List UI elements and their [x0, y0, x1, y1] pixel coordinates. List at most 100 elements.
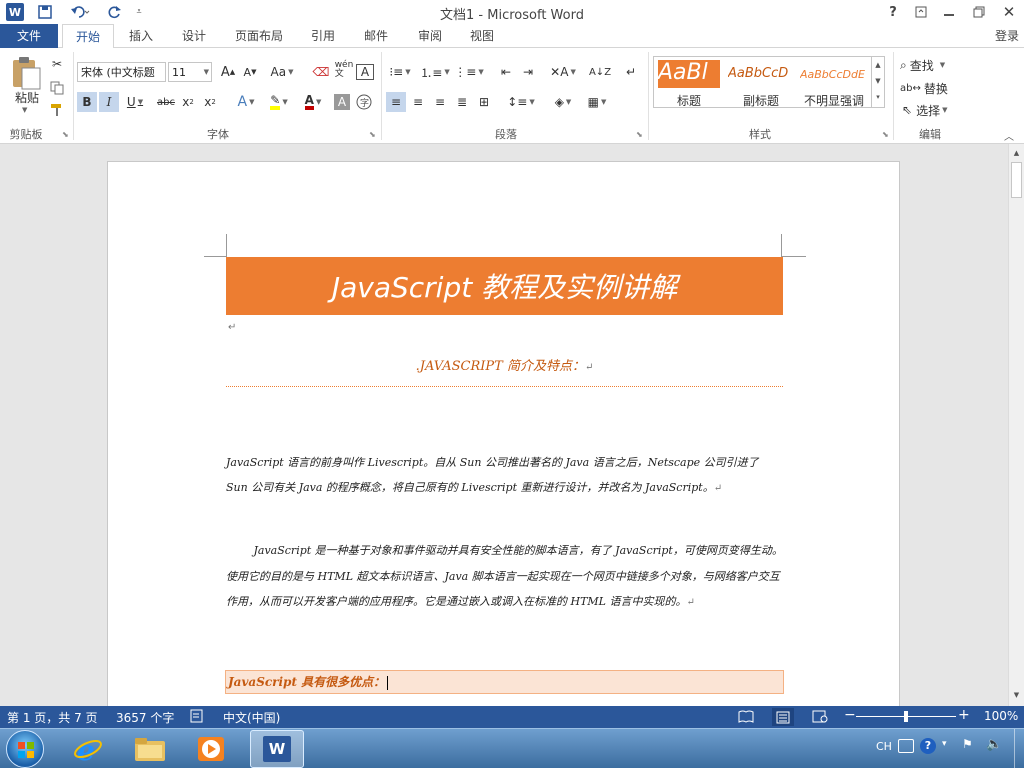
- tab-layout[interactable]: 页面布局: [226, 24, 292, 48]
- bold-button[interactable]: B: [77, 92, 97, 112]
- style-name-subtle-emphasis[interactable]: 不明显强调: [800, 92, 868, 109]
- internet-explorer-icon[interactable]: e: [70, 733, 106, 765]
- paste-icon[interactable]: [8, 56, 42, 90]
- collapse-ribbon-icon[interactable]: ︿: [1004, 128, 1014, 143]
- style-preview-subtle-emphasis[interactable]: AaBbCcDdE: [800, 68, 866, 81]
- cut-icon[interactable]: ✂: [48, 54, 66, 74]
- styles-scroll[interactable]: ▲ ▼ ▾: [871, 57, 884, 107]
- clear-formatting-icon[interactable]: ⌫: [312, 62, 330, 82]
- superscript-icon[interactable]: x2: [202, 92, 218, 112]
- media-player-icon[interactable]: [194, 733, 230, 765]
- keyboard-icon[interactable]: [898, 739, 914, 753]
- multilevel-list-icon[interactable]: ⋮≡ ▼: [454, 62, 484, 82]
- align-center-icon[interactable]: ≡: [408, 92, 428, 112]
- clipboard-launcher-icon[interactable]: ⬊: [62, 130, 69, 139]
- font-size-combo[interactable]: 11 ▼: [168, 62, 212, 82]
- font-name-combo[interactable]: 宋体 (中文标题: [77, 62, 166, 82]
- subscript-icon[interactable]: x2: [180, 92, 196, 112]
- tab-references[interactable]: 引用: [302, 24, 344, 48]
- align-left-icon[interactable]: ≡: [386, 92, 406, 112]
- grow-font-icon[interactable]: A ▲: [218, 62, 238, 82]
- enclose-characters-icon[interactable]: 字: [354, 92, 374, 112]
- styles-launcher-icon[interactable]: ⬊: [882, 130, 889, 139]
- tab-mailings[interactable]: 邮件: [354, 24, 398, 48]
- tab-design[interactable]: 设计: [172, 24, 216, 48]
- restore-icon[interactable]: [970, 3, 988, 21]
- scroll-up-icon[interactable]: ▲: [1011, 146, 1022, 160]
- read-mode-icon[interactable]: [738, 710, 754, 726]
- action-center-icon[interactable]: ⚑: [962, 737, 973, 751]
- borders-icon[interactable]: ▦ ▼: [582, 92, 612, 112]
- zoom-in-icon[interactable]: +: [958, 707, 970, 723]
- underline-button[interactable]: U ▼: [122, 92, 148, 112]
- tab-insert[interactable]: 插入: [120, 24, 162, 48]
- find-button[interactable]: ⌕ 查找 ▼: [900, 56, 945, 74]
- increase-indent-icon[interactable]: ⇥: [518, 62, 538, 82]
- style-name-subtitle[interactable]: 副标题: [728, 92, 794, 109]
- zoom-slider-thumb[interactable]: [904, 711, 908, 722]
- paste-button[interactable]: 粘贴: [10, 89, 44, 106]
- tab-view[interactable]: 视图: [460, 24, 504, 48]
- login-link[interactable]: 登录: [990, 24, 1024, 48]
- heading-advantages[interactable]: JavaScript 具有很多优点：: [225, 670, 784, 694]
- align-right-icon[interactable]: ≡: [430, 92, 450, 112]
- tab-review[interactable]: 审阅: [408, 24, 452, 48]
- tray-options-icon[interactable]: ▾: [942, 739, 947, 749]
- asian-layout-icon[interactable]: ✕A ▼: [548, 62, 578, 82]
- show-marks-icon[interactable]: ↵: [622, 62, 640, 82]
- scroll-down-icon[interactable]: ▼: [1011, 688, 1022, 702]
- distributed-icon[interactable]: ⊞: [474, 92, 494, 112]
- strikethrough-icon[interactable]: abc: [156, 92, 176, 112]
- paragraph-launcher-icon[interactable]: ⬊: [636, 130, 643, 139]
- vertical-scrollbar[interactable]: ▲ ▼: [1008, 144, 1024, 706]
- paragraph-2[interactable]: JavaScript 是一种基于对象和事件驱动并具有安全性能的脚本语言，有了 J…: [226, 538, 783, 616]
- text-effects-icon[interactable]: A ▼: [232, 92, 260, 112]
- style-name-title[interactable]: 标题: [658, 92, 720, 109]
- document-title[interactable]: JavaScript 教程及实例讲解: [226, 257, 783, 315]
- word-count[interactable]: 3657 个字: [116, 709, 174, 726]
- character-shading-icon[interactable]: A: [334, 94, 350, 110]
- replace-button[interactable]: ab↔ 替换: [900, 79, 948, 97]
- input-language[interactable]: CH: [876, 740, 892, 753]
- page-count[interactable]: 第 1 页，共 7 页: [7, 709, 98, 726]
- web-layout-icon[interactable]: [812, 710, 828, 726]
- font-color-icon[interactable]: A ▼: [298, 92, 328, 112]
- select-button[interactable]: ⇖ 选择 ▼: [902, 101, 947, 119]
- phonetic-guide-icon[interactable]: wén 文: [334, 60, 354, 80]
- document-subtitle[interactable]: .JAVASCRIPT 简介及特点：↵: [226, 355, 783, 374]
- help-icon[interactable]: ?: [884, 3, 902, 21]
- sort-icon[interactable]: A↓Z: [589, 62, 611, 82]
- style-preview-title[interactable]: AaBl: [658, 60, 720, 88]
- zoom-level[interactable]: 100%: [984, 709, 1018, 723]
- numbering-icon[interactable]: ⒈≡ ▼: [420, 62, 450, 82]
- tab-file[interactable]: 文件: [0, 24, 58, 48]
- word-taskbar-button[interactable]: W: [250, 730, 304, 768]
- document-page[interactable]: JavaScript 教程及实例讲解 ↵ .JAVASCRIPT 简介及特点：↵…: [107, 161, 900, 706]
- start-button[interactable]: [6, 730, 44, 768]
- volume-icon[interactable]: 🔈: [986, 737, 1002, 752]
- ribbon-display-options-icon[interactable]: [912, 3, 930, 21]
- help-tray-icon[interactable]: ?: [920, 738, 936, 754]
- paragraph-1[interactable]: JavaScript 语言的前身叫作 Livescript。自从 Sun 公司推…: [226, 450, 783, 501]
- style-preview-subtitle[interactable]: AaBbCcD: [728, 66, 794, 81]
- print-layout-icon[interactable]: [772, 708, 794, 726]
- italic-button[interactable]: I: [99, 92, 119, 112]
- language-indicator[interactable]: 中文(中国): [223, 709, 280, 726]
- highlight-color-icon[interactable]: ✎ ▼: [264, 92, 294, 112]
- tab-home[interactable]: 开始: [62, 24, 114, 49]
- bullets-icon[interactable]: ⁝≡ ▼: [386, 62, 414, 82]
- character-border-icon[interactable]: A: [356, 64, 374, 80]
- close-icon[interactable]: ✕: [1000, 3, 1018, 21]
- font-launcher-icon[interactable]: ⬊: [369, 130, 376, 139]
- decrease-indent-icon[interactable]: ⇤: [496, 62, 516, 82]
- scroll-thumb[interactable]: [1011, 162, 1022, 198]
- zoom-out-icon[interactable]: −: [844, 707, 856, 723]
- format-painter-icon[interactable]: [48, 100, 66, 120]
- file-explorer-icon[interactable]: [132, 733, 168, 765]
- change-case-icon[interactable]: Aa ▼: [268, 62, 296, 82]
- minimize-icon[interactable]: [940, 3, 958, 21]
- copy-icon[interactable]: [48, 78, 66, 98]
- line-spacing-icon[interactable]: ↕≡ ▼: [506, 92, 536, 112]
- show-desktop-button[interactable]: [1014, 729, 1024, 768]
- proofing-icon[interactable]: [190, 709, 206, 726]
